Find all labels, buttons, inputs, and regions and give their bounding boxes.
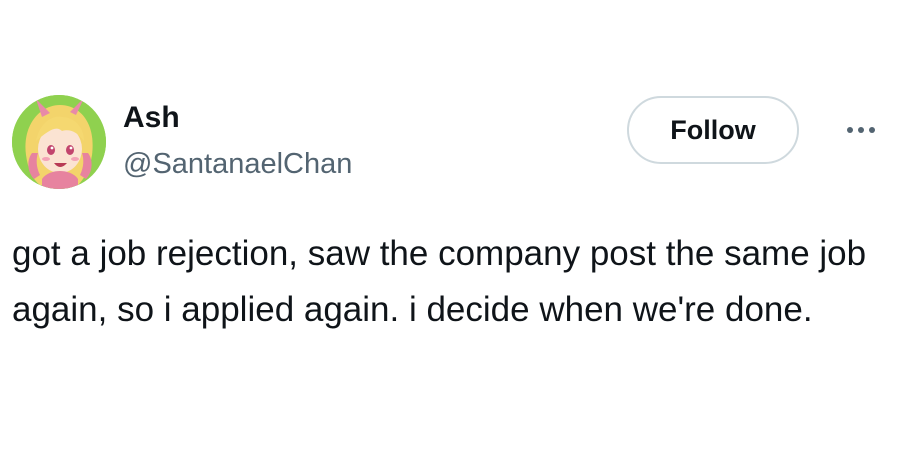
- user-handle[interactable]: @SantanaelChan: [123, 146, 352, 182]
- tweet-card: Ash @SantanaelChan Follow got a job reje…: [0, 0, 900, 455]
- anime-character-avatar-icon: [12, 95, 106, 189]
- follow-button[interactable]: Follow: [627, 96, 799, 164]
- tweet-text: got a job rejection, saw the company pos…: [12, 234, 867, 329]
- more-options-icon: [847, 127, 875, 133]
- display-name[interactable]: Ash: [123, 100, 180, 136]
- more-options-button[interactable]: [836, 118, 886, 142]
- avatar[interactable]: [12, 95, 106, 189]
